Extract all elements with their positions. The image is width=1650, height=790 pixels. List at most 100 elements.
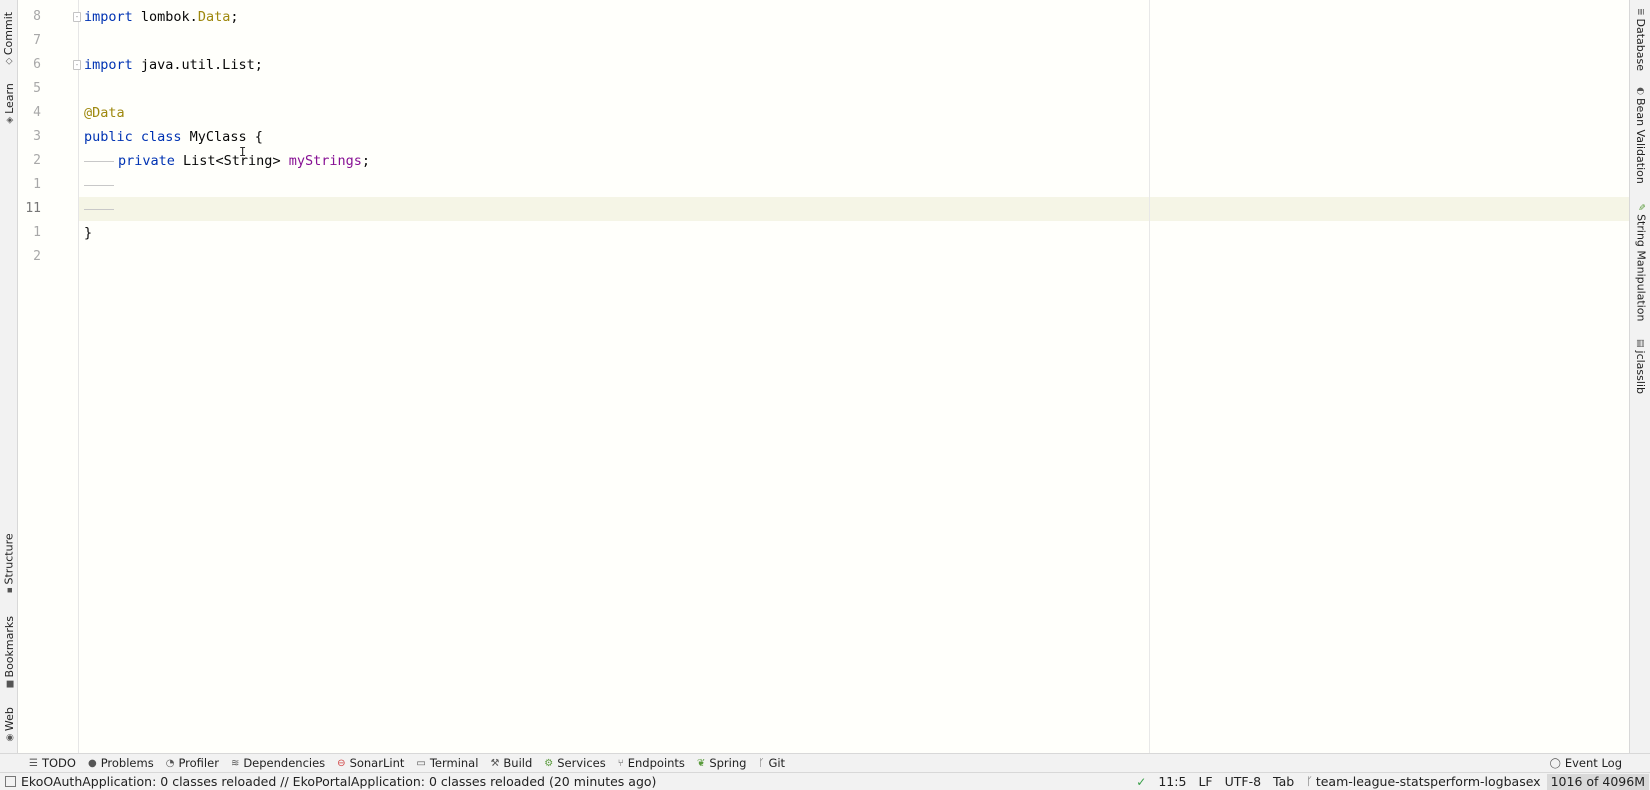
learn-icon: ◈ [5,114,13,125]
tab-structure[interactable]: ▪ Structure [0,528,18,598]
line-number: 1 [33,225,41,240]
line-number-current: 11 [25,201,41,216]
inspection-status[interactable]: ✓ [1130,775,1152,789]
line-number: 4 [33,105,41,120]
tool-window-bar: ☰ TODO ● Problems ◔ Profiler ≋ Dependencies … [0,753,1650,772]
status-message[interactable]: EkoOAuthApplication: 0 classes reloaded … [21,774,656,789]
structure-icon: ▪ [5,585,13,596]
tab-jclasslib[interactable]: ▤ jclasslib [1630,336,1650,396]
editor-gutter: 8 7 6 5 4 3 2 1 11 1 2 - - [19,0,81,753]
tool-profiler[interactable]: ◔ Profiler [166,756,219,770]
tool-spring[interactable]: ❦ Spring [697,756,747,770]
keyword: import [84,57,133,73]
tab-indent-guide [84,209,114,210]
mouse-ibeam-cursor-icon: I [239,145,247,159]
line-number: 8 [33,9,41,24]
hammer-icon: ⚒ [490,757,500,769]
tool-git[interactable]: ᚴ Git [758,756,785,770]
right-tool-strip: ≣ Database ◐ Bean Validation ✎ String Manip… [1629,0,1650,753]
fold-toggle-icon[interactable]: - [73,12,81,22]
type-text: List<String> [174,153,289,169]
fold-toggle-icon[interactable]: - [73,60,81,70]
tab-web-label: Web [2,706,16,731]
left-tool-strip: ◇ Commit ◈ Learn ▪ Structure ■ Bookmarks ◉ We… [0,0,18,753]
terminal-icon: ▭ [416,757,426,769]
bean-validation-icon: ◐ [1635,86,1646,95]
tool-sonarlint[interactable]: ⊖ SonarLint [337,756,404,770]
file-encoding[interactable]: UTF-8 [1219,774,1267,789]
database-icon: ≣ [1635,7,1646,16]
code-line-class-decl[interactable]: public class MyClass { [84,125,263,149]
profiler-icon: ◔ [165,757,175,769]
line-number: 7 [33,33,41,48]
web-icon: ◉ [5,732,13,743]
line-separator[interactable]: LF [1192,774,1218,789]
status-toggle-icon[interactable] [5,776,16,787]
tool-dependencies[interactable]: ≋ Dependencies [231,756,325,770]
tab-web[interactable]: ◉ Web [0,702,18,746]
tool-git-label: Git [768,756,786,770]
tool-problems[interactable]: ● Problems [88,756,154,770]
commit-icon: ◇ [5,56,13,67]
tool-sonarlint-label: SonarLint [349,756,405,770]
punctuation: ; [230,9,239,25]
tab-bean-validation[interactable]: ◐ Bean Validation [1630,86,1650,184]
tool-terminal[interactable]: ▭ Terminal [416,756,478,770]
tab-bookmarks[interactable]: ■ Bookmarks [0,612,18,692]
list-icon: ☰ [29,757,38,769]
tab-indent-guide [84,161,114,162]
caret-position[interactable]: 11:5 [1152,774,1192,789]
code-line-closing-brace[interactable]: } [84,221,92,245]
tool-endpoints-label: Endpoints [627,756,685,770]
jclasslib-icon: ▤ [1635,338,1646,348]
git-branch-widget[interactable]: ᚴ team-league-statsperform-logbasex [1300,774,1546,789]
tool-terminal-label: Terminal [429,756,479,770]
tool-event-log[interactable]: ◯ Event Log [1550,756,1622,770]
code-line-annotation[interactable]: @Data [84,101,125,125]
indent-setting[interactable]: Tab [1267,774,1300,789]
git-branch-icon: ᚴ [758,757,765,769]
tool-todo[interactable]: ☰ TODO [29,756,76,770]
dependencies-icon: ≋ [230,757,240,769]
tool-endpoints[interactable]: ⑂ Endpoints [618,756,685,770]
spring-icon: ❦ [696,757,706,769]
field-name: myStrings [288,153,362,169]
line-number: 6 [33,57,41,72]
tool-dependencies-label: Dependencies [243,756,326,770]
tab-commit-label: Commit [2,11,16,55]
git-branch-icon: ᚴ [1306,775,1313,788]
tab-string-manipulation-label: String Manipulation [1634,213,1648,321]
code-line-import-lombok[interactable]: import lombok.Data; [84,5,238,29]
tab-learn[interactable]: ◈ Learn [0,80,18,126]
package-text: lombok. [132,9,198,25]
tool-services-label: Services [557,756,606,770]
tab-bean-validation-label: Bean Validation [1634,97,1648,184]
tab-indent-guide [84,185,114,186]
code-line-import-list[interactable]: import java.util.List; [84,53,263,77]
line-number: 3 [33,129,41,144]
keyword: private [118,153,175,169]
tool-services[interactable]: ⚙ Services [544,756,605,770]
tab-structure-label: Structure [2,532,16,585]
tool-problems-label: Problems [100,756,154,770]
tool-event-log-label: Event Log [1564,756,1622,770]
tool-todo-label: TODO [41,756,76,770]
check-icon: ✓ [1136,774,1147,789]
package-text: java.util.List; [132,57,263,73]
tab-bookmarks-label: Bookmarks [2,615,16,677]
tab-learn-label: Learn [2,82,16,114]
line-number: 2 [33,153,41,168]
tab-database[interactable]: ≣ Database [1630,6,1650,72]
tool-build[interactable]: ⚒ Build [490,756,532,770]
line-number: 1 [33,177,41,192]
tab-database-label: Database [1634,18,1648,71]
problems-icon: ● [87,757,97,769]
punctuation: ; [361,153,370,169]
tab-commit[interactable]: ◇ Commit [0,8,18,68]
memory-indicator[interactable]: 1016 of 4096M [1546,773,1649,790]
tool-profiler-label: Profiler [178,756,219,770]
tab-string-manipulation[interactable]: ✎ String Manipulation [1630,200,1650,324]
class-name: MyClass { [181,129,263,145]
endpoints-icon: ⑂ [617,757,624,769]
tab-jclasslib-label: jclasslib [1634,350,1648,394]
